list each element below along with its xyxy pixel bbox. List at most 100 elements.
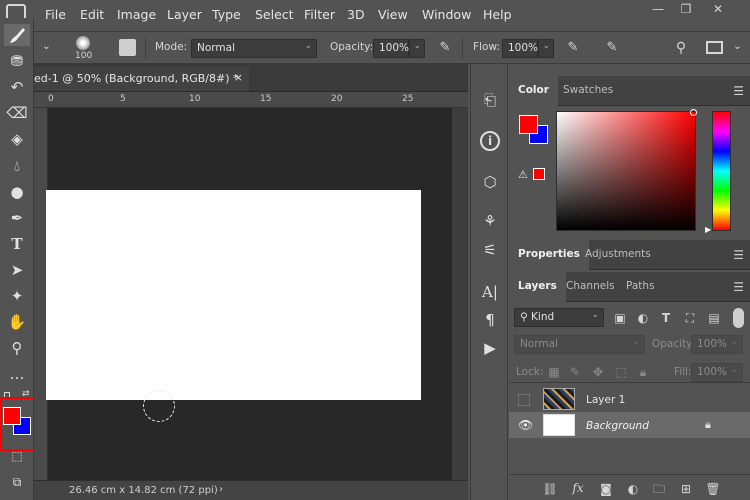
menu-3d[interactable]: 3D bbox=[347, 7, 365, 22]
filter-pixel-icon[interactable]: ▣ bbox=[612, 310, 628, 326]
filter-shape-icon[interactable]: ⛶ bbox=[682, 310, 698, 326]
vertical-scrollbar[interactable] bbox=[452, 108, 468, 480]
panel-menu-icon[interactable]: ☰ bbox=[733, 84, 744, 98]
chevron-down-icon[interactable]: ⌄ bbox=[42, 40, 51, 52]
custom-shape-icon[interactable]: ✦ bbox=[6, 285, 28, 307]
menu-window[interactable]: Window bbox=[422, 7, 471, 22]
lock-all-icon[interactable]: 🔒︎ bbox=[635, 364, 651, 380]
blur-tool-icon[interactable]: 💧︎ bbox=[6, 155, 28, 177]
adjustments-icon[interactable]: ⚟ bbox=[480, 240, 500, 260]
layer-row-selected[interactable]: 👁︎ Background 🔒︎ bbox=[509, 412, 750, 438]
lock-transparent-icon[interactable]: ▦ bbox=[546, 364, 562, 380]
chevron-down-icon[interactable]: ⌄ bbox=[733, 40, 742, 52]
airbrush-icon[interactable]: ✎ bbox=[565, 40, 581, 56]
filter-toggle[interactable] bbox=[733, 308, 744, 328]
brush-settings-icon[interactable]: ⚘ bbox=[480, 211, 500, 231]
tab-channels[interactable]: Channels bbox=[557, 272, 624, 302]
filter-adjustment-icon[interactable]: ◐ bbox=[635, 310, 651, 326]
history-icon[interactable]: ⎗ bbox=[480, 90, 500, 110]
stamp-tool-icon[interactable]: ⛃ bbox=[6, 50, 28, 72]
new-layer-icon[interactable]: ⊞ bbox=[678, 481, 694, 497]
pressure-size-icon[interactable]: ✎ bbox=[604, 40, 620, 56]
menu-image[interactable]: Image bbox=[117, 7, 156, 22]
link-layers-icon[interactable]: ⛓ bbox=[542, 481, 558, 497]
pressure-opacity-icon[interactable]: ✎ bbox=[437, 40, 453, 56]
close-tab-icon[interactable]: × bbox=[234, 71, 243, 84]
color-picker-handle[interactable] bbox=[690, 109, 697, 116]
layer-filter-kind[interactable]: ⚲ Kind ⌄ bbox=[514, 308, 604, 327]
adjustment-layer-icon[interactable]: ◐ bbox=[625, 481, 641, 497]
character-icon[interactable]: A| bbox=[480, 282, 500, 302]
document-tab[interactable]: ed-1 @ 50% (Background, RGB/8#) * × bbox=[34, 67, 249, 91]
hand-tool-icon[interactable]: ✋ bbox=[6, 311, 28, 333]
menu-type[interactable]: Type bbox=[212, 7, 241, 22]
flow-input[interactable]: 100% bbox=[502, 39, 538, 58]
visibility-toggle-empty[interactable] bbox=[518, 394, 530, 406]
color-panel-foreground-swatch[interactable] bbox=[519, 115, 538, 134]
flow-dropdown[interactable]: ⌄ bbox=[538, 39, 554, 58]
layer-row[interactable]: Layer 1 bbox=[509, 386, 750, 412]
tab-color[interactable]: Color bbox=[509, 76, 558, 106]
pen-tool-icon[interactable]: ✒ bbox=[6, 207, 28, 229]
lock-position-icon[interactable]: ✥ bbox=[590, 364, 606, 380]
maximize-button[interactable]: ❐ bbox=[676, 2, 696, 20]
mode-select[interactable]: Normal ⌄ bbox=[191, 39, 317, 58]
history-brush-icon[interactable]: ↶ bbox=[6, 76, 28, 98]
gamut-swatch[interactable] bbox=[533, 168, 545, 180]
tab-swatches[interactable]: Swatches bbox=[554, 76, 622, 106]
gamut-warning-icon[interactable]: ⚠ bbox=[518, 168, 528, 181]
fill-input[interactable]: 100% ⌄ bbox=[691, 363, 743, 382]
visibility-eye-icon[interactable]: 👁︎ bbox=[518, 418, 533, 432]
type-tool-icon[interactable]: T bbox=[6, 233, 28, 255]
document-canvas[interactable] bbox=[46, 190, 421, 400]
layer-opacity-input[interactable]: 100% ⌄ bbox=[691, 335, 743, 354]
brush-panel-icon[interactable] bbox=[119, 39, 136, 56]
status-arrow-icon[interactable]: › bbox=[219, 484, 223, 495]
tab-adjustments[interactable]: Adjustments bbox=[576, 240, 660, 270]
panel-menu-icon[interactable]: ☰ bbox=[733, 280, 744, 294]
info-icon[interactable]: i bbox=[480, 131, 500, 151]
workspace-icon[interactable] bbox=[706, 41, 723, 54]
new-group-icon[interactable]: 🗀︎ bbox=[651, 481, 667, 497]
layer-style-icon[interactable]: fx bbox=[570, 480, 586, 496]
menu-edit[interactable]: Edit bbox=[80, 7, 104, 22]
menu-layer[interactable]: Layer bbox=[167, 7, 202, 22]
menu-select[interactable]: Select bbox=[255, 7, 294, 22]
menu-help[interactable]: Help bbox=[483, 7, 512, 22]
path-selection-icon[interactable]: ➤ bbox=[6, 259, 28, 281]
close-window-button[interactable]: ✕ bbox=[708, 2, 728, 20]
delete-layer-icon[interactable]: 🗑︎ bbox=[705, 481, 721, 497]
play-actions-icon[interactable]: ▶ bbox=[480, 338, 500, 358]
lock-artboard-icon[interactable]: ⬚ bbox=[613, 364, 629, 380]
layer-blend-mode[interactable]: Normal ⌄ bbox=[514, 335, 645, 354]
filter-type-icon[interactable]: T bbox=[658, 310, 674, 326]
tab-paths[interactable]: Paths bbox=[617, 272, 664, 302]
right-panels: Color Swatches ☰ ⚠ ▶ Properties Adjustme… bbox=[509, 64, 750, 500]
menu-file[interactable]: File bbox=[45, 7, 66, 22]
paragraph-icon[interactable]: ¶ bbox=[480, 310, 500, 330]
add-mask-icon[interactable]: ◙ bbox=[598, 481, 614, 497]
screen-mode-icon[interactable]: ⧉ bbox=[6, 471, 28, 493]
hue-slider-handle[interactable]: ▶ bbox=[705, 225, 711, 234]
minimize-button[interactable]: — bbox=[648, 2, 668, 20]
menu-view[interactable]: View bbox=[378, 7, 408, 22]
opacity-input[interactable]: 100% bbox=[373, 39, 409, 58]
search-icon[interactable]: ⚲ bbox=[673, 40, 689, 56]
quick-mask-icon[interactable]: ⬚ bbox=[6, 445, 28, 467]
opacity-dropdown[interactable]: ⌄ bbox=[409, 39, 425, 58]
filter-smart-object-icon[interactable]: ▤ bbox=[706, 310, 722, 326]
ruler-mark: 25 bbox=[402, 94, 414, 104]
3d-panel-icon[interactable]: ⬡ bbox=[480, 172, 500, 192]
brush-preview-icon[interactable] bbox=[76, 36, 90, 50]
dodge-tool-icon[interactable]: ● bbox=[6, 181, 28, 203]
color-field[interactable] bbox=[556, 109, 697, 231]
menu-filter[interactable]: Filter bbox=[304, 7, 335, 22]
paint-bucket-icon[interactable]: ◈ bbox=[6, 128, 28, 150]
zoom-tool-icon[interactable]: ⚲ bbox=[6, 337, 28, 359]
brush-tool-icon[interactable] bbox=[4, 24, 30, 46]
eraser-tool-icon[interactable]: ⌫ bbox=[6, 102, 28, 124]
lock-pixels-icon[interactable]: ✎ bbox=[567, 364, 583, 380]
more-tools-icon[interactable]: … bbox=[6, 363, 28, 385]
panel-menu-icon[interactable]: ☰ bbox=[733, 248, 744, 262]
hue-slider[interactable] bbox=[712, 111, 731, 231]
